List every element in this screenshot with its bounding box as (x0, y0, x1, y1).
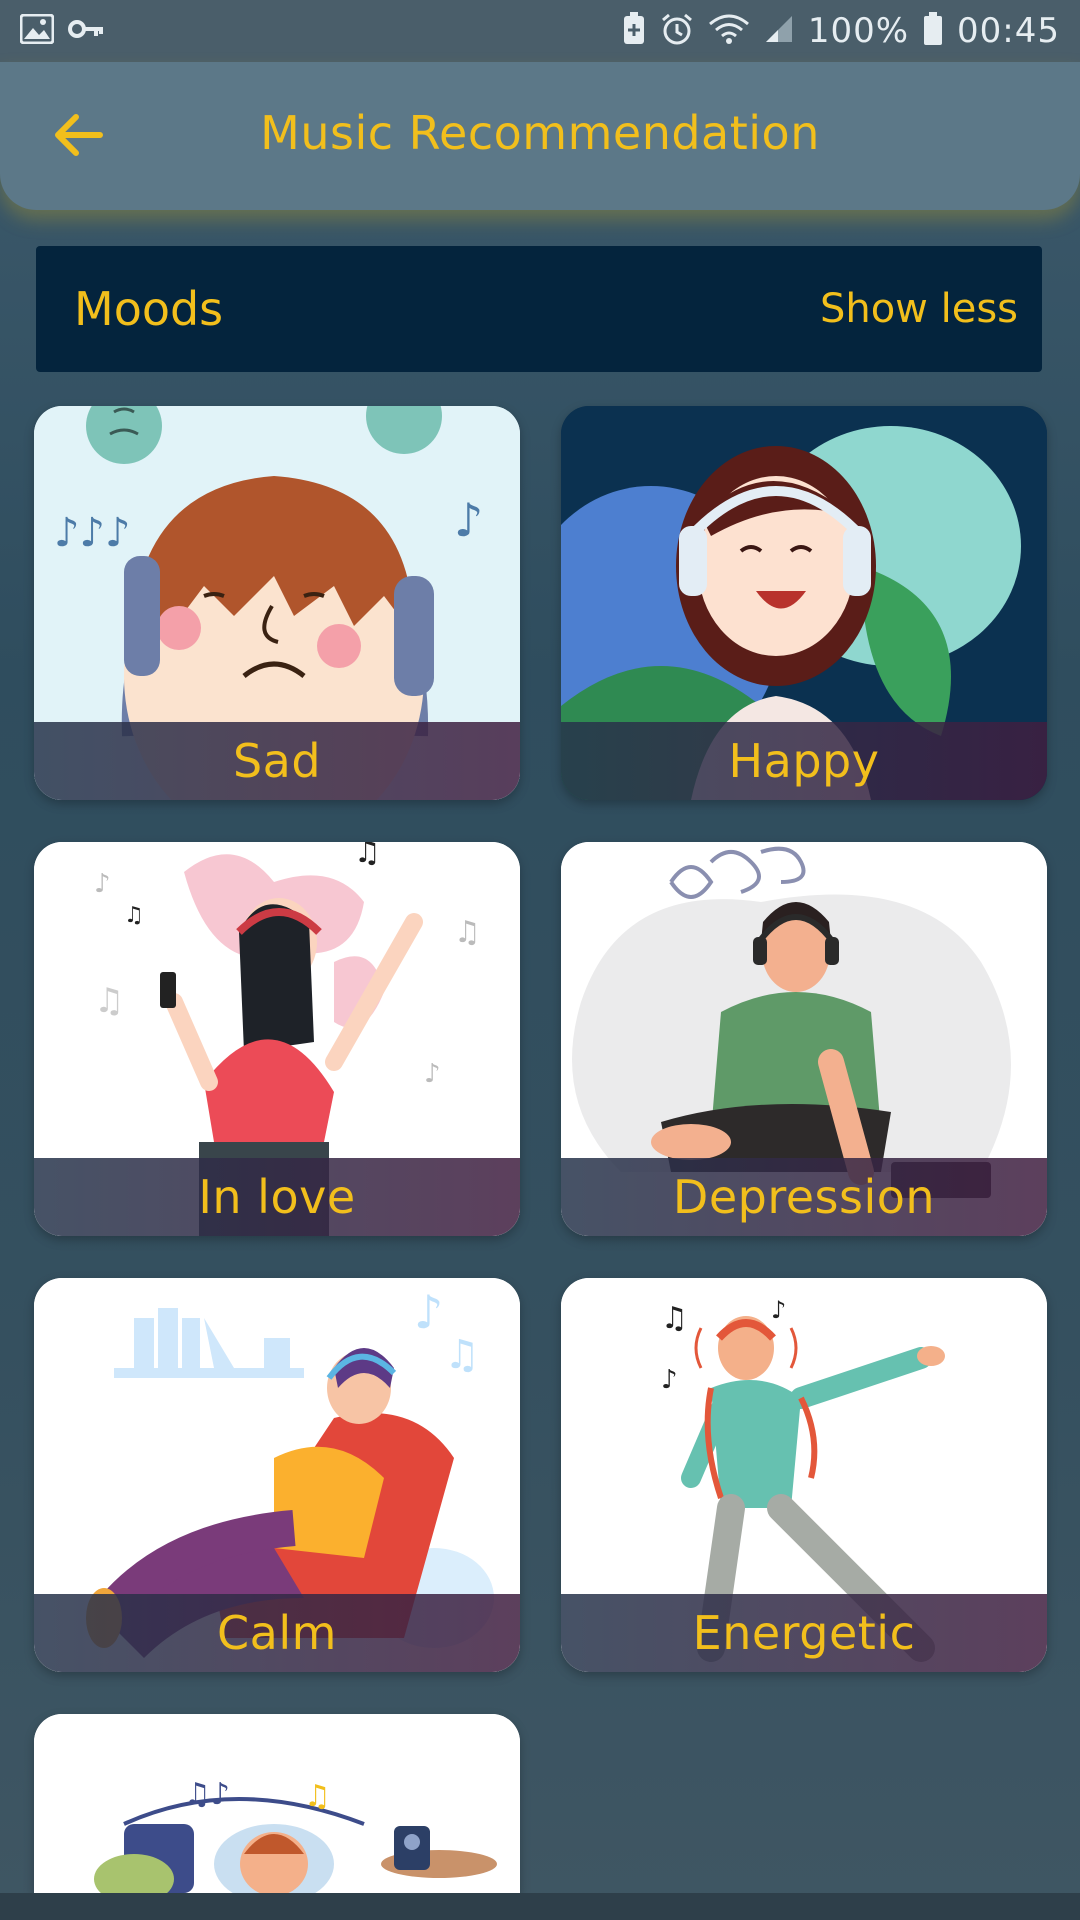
svg-text:♪: ♪ (661, 1365, 678, 1395)
svg-text:♪: ♪ (424, 1059, 441, 1089)
bottom-edge (0, 1893, 1080, 1920)
mood-card-sad[interactable]: ♪♪♪ ♪ Sad (34, 406, 520, 800)
mood-label: In love (198, 1170, 356, 1224)
mood-card-energetic[interactable]: ♫ ♪ ♪ Energetic (561, 1278, 1047, 1672)
svg-text:♫: ♫ (444, 1332, 480, 1378)
svg-text:♪: ♪ (771, 1296, 786, 1324)
svg-text:♫: ♫ (304, 1779, 331, 1814)
svg-text:♪: ♪ (414, 1285, 443, 1339)
mood-label-bar: Energetic (561, 1594, 1047, 1672)
key-icon (68, 17, 104, 45)
svg-text:♫: ♫ (94, 981, 124, 1021)
svg-text:♪: ♪ (454, 493, 483, 547)
battery-icon (923, 12, 943, 50)
svg-text:♫: ♫ (354, 842, 381, 870)
svg-text:♫: ♫ (124, 903, 144, 928)
svg-text:♫: ♫ (454, 915, 481, 950)
alarm-icon (660, 12, 694, 50)
mood-label: Depression (672, 1170, 936, 1224)
battery-percent: 100% (807, 11, 910, 51)
mood-label-bar: Sad (34, 722, 520, 800)
wifi-icon (708, 12, 750, 50)
page-title: Music Recommendation (260, 106, 820, 160)
svg-text:♫♪: ♫♪ (184, 1777, 230, 1812)
clock: 00:45 (957, 11, 1060, 51)
mood-label: Calm (217, 1606, 337, 1660)
mood-label: Energetic (692, 1606, 916, 1660)
signal-icon (764, 14, 794, 48)
mood-card-happy[interactable]: Happy (561, 406, 1047, 800)
mood-label-bar: Happy (561, 722, 1047, 800)
image-icon (19, 13, 55, 48)
mood-label-bar: Calm (34, 1594, 520, 1672)
battery-saver-icon (622, 12, 646, 50)
mood-label-bar: Depression (561, 1158, 1047, 1236)
mood-label-bar: In love (34, 1158, 520, 1236)
show-less-button[interactable]: Show less (820, 286, 1018, 332)
app-bar: Music Recommendation (0, 62, 1080, 210)
mood-card-depression[interactable]: Depression (561, 842, 1047, 1236)
mood-label: Sad (232, 734, 322, 788)
svg-text:♪: ♪ (94, 869, 111, 899)
mood-card-in-love[interactable]: ♫ ♪ ♫ ♫ ♫ ♪ In love (34, 842, 520, 1236)
mood-card-calm[interactable]: ♪ ♫ Calm (34, 1278, 520, 1672)
mood-card-partial[interactable]: ♫♪ ♫ (34, 1714, 520, 1893)
svg-text:♪♪♪: ♪♪♪ (54, 510, 131, 556)
moods-section-header: Moods Show less (36, 246, 1042, 372)
section-title: Moods (74, 282, 224, 336)
status-bar: 100% 00:45 (0, 0, 1080, 62)
mood-label: Happy (728, 734, 880, 788)
relax-illustration: ♫♪ ♫ (34, 1714, 520, 1893)
svg-text:♫: ♫ (661, 1301, 688, 1336)
